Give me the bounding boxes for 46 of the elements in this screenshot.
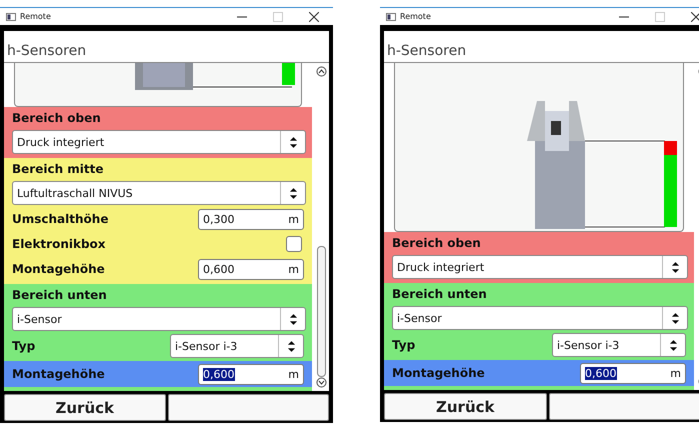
section-heading: Bereich mitte [12, 161, 105, 178]
dropdown[interactable]: i-Sensor [12, 307, 306, 331]
dropdown[interactable]: i-Sensor i-3 [170, 334, 304, 358]
input-field[interactable]: 0,300 m [198, 208, 304, 230]
section-heading: Bereich oben [12, 110, 102, 127]
spinner-icon [286, 340, 296, 352]
section-heading: Bereich oben [392, 235, 482, 252]
dropdown[interactable]: Druck integriert [392, 255, 688, 279]
back-button[interactable]: Zurück [384, 393, 546, 420]
close-icon[interactable] [691, 12, 699, 22]
empty-button[interactable] [548, 393, 699, 420]
spinner-icon [288, 136, 298, 148]
window-title: Remote [20, 12, 52, 21]
app-icon [386, 12, 396, 20]
spinner-icon [288, 312, 298, 326]
dropdown[interactable]: Druck integriert [12, 130, 306, 154]
page-title: h-Sensoren [7, 43, 86, 59]
field-label: Typ [392, 338, 416, 352]
field-label: Umschalthöhe [12, 212, 108, 226]
window-title: Remote [400, 12, 432, 21]
field-label: Montagehöhe [392, 366, 485, 380]
field-label: Elektronikbox [12, 237, 106, 251]
field-label: Typ [12, 339, 36, 353]
scroll-down-icon[interactable] [316, 377, 327, 388]
input-field[interactable]: 0,600 m [580, 362, 686, 384]
back-button[interactable]: Zurück [4, 394, 166, 421]
scrollbar-thumb[interactable] [317, 246, 326, 377]
dropdown[interactable]: Luftultraschall NIVUS [12, 181, 306, 205]
field-label: Montagehöhe [12, 262, 105, 276]
checkbox[interactable] [286, 236, 302, 252]
spinner-icon [288, 186, 298, 200]
spinner-icon [670, 260, 680, 274]
dropdown[interactable]: i-Sensor i-3 [552, 333, 686, 357]
input-field[interactable]: 0,600 m [198, 364, 304, 384]
page-title: h-Sensoren [387, 43, 466, 59]
dropdown[interactable]: i-Sensor [392, 306, 688, 330]
scroll-up-icon[interactable] [316, 66, 327, 77]
empty-button[interactable] [168, 394, 329, 421]
close-icon[interactable] [309, 12, 319, 22]
app-icon [6, 12, 16, 20]
field-label: Montagehöhe [12, 367, 105, 381]
spinner-icon [668, 338, 678, 352]
input-field[interactable]: 0,600 m [198, 258, 304, 280]
section-heading: Bereich unten [392, 286, 488, 303]
spinner-icon [670, 312, 680, 324]
section-heading: Bereich unten [12, 287, 108, 304]
